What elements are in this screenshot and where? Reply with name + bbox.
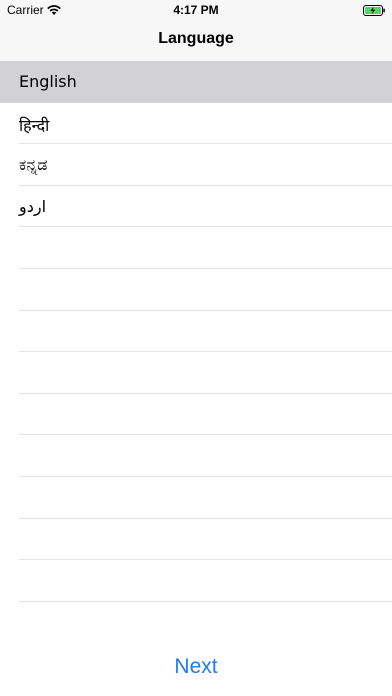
language-row[interactable]: हिन्दी xyxy=(0,103,392,145)
empty-row xyxy=(0,394,392,436)
page-title: Language xyxy=(158,30,234,47)
clock: 4:17 PM xyxy=(173,3,219,17)
empty-row xyxy=(0,435,392,477)
empty-row xyxy=(0,352,392,394)
status-bar: Carrier 4:17 PM xyxy=(0,0,392,22)
language-row[interactable]: English xyxy=(0,61,392,103)
language-list: English हिन्दी ಕನ್ನಡ اردو xyxy=(0,61,392,602)
language-label: اردو xyxy=(19,196,47,216)
empty-row xyxy=(0,269,392,311)
language-row[interactable]: اردو xyxy=(0,186,392,228)
row-separator xyxy=(19,600,392,602)
battery-charging-icon xyxy=(363,5,385,16)
empty-row xyxy=(0,519,392,561)
language-label: ಕನ್ನಡ xyxy=(19,155,48,175)
empty-row xyxy=(0,477,392,519)
language-row[interactable]: ಕನ್ನಡ xyxy=(0,144,392,186)
empty-row xyxy=(0,560,392,602)
language-label: English xyxy=(19,72,77,91)
empty-row xyxy=(0,311,392,353)
language-label: हिन्दी xyxy=(19,115,50,135)
empty-row xyxy=(0,227,392,269)
navigation-bar: Language xyxy=(0,22,392,62)
next-button[interactable]: Next xyxy=(0,655,392,679)
